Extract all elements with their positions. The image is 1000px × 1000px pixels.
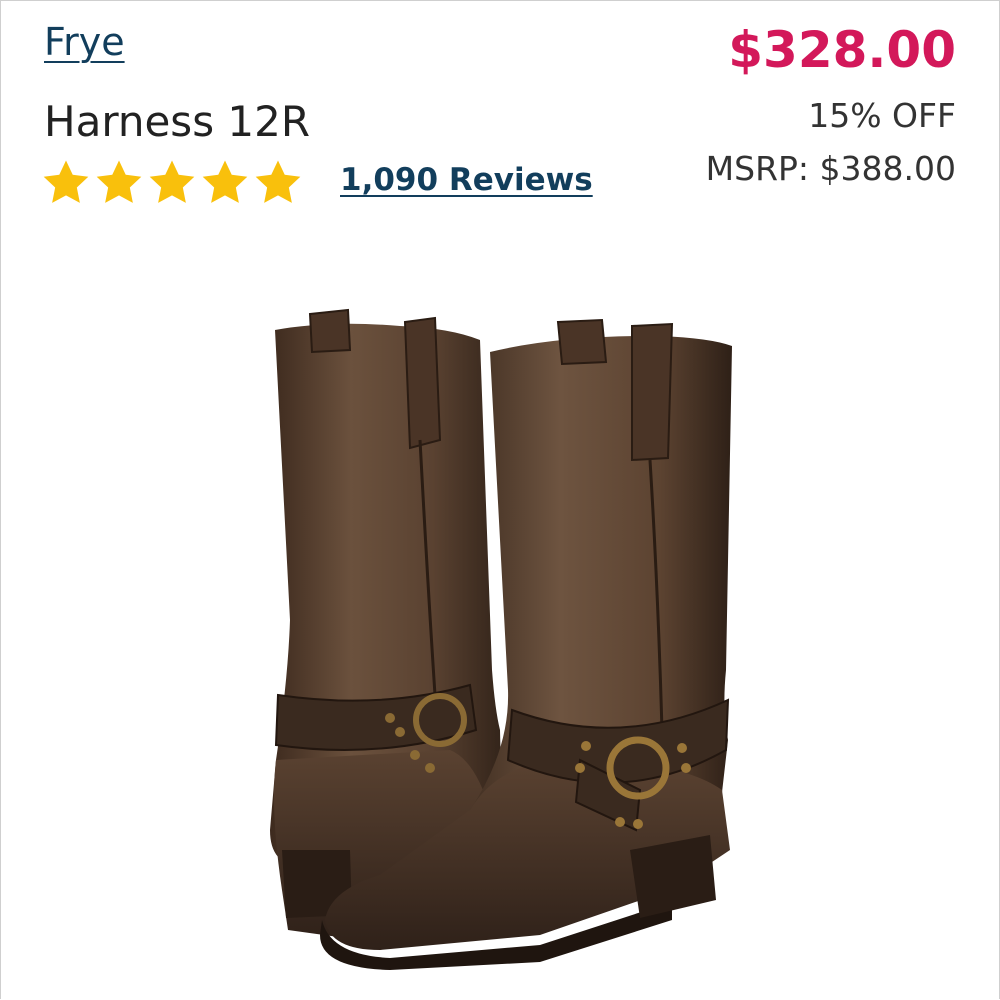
star-icon <box>255 160 301 203</box>
sale-price: $328.00 <box>728 21 956 79</box>
brand-link[interactable]: Frye <box>44 20 125 66</box>
boots-product-image[interactable] <box>240 290 760 970</box>
star-icon <box>96 160 142 203</box>
star-icon <box>149 160 195 203</box>
msrp-label: MSRP: $388.00 <box>705 149 956 188</box>
discount-label: 15% OFF <box>808 96 956 135</box>
product-title: Harness 12R <box>44 97 311 146</box>
star-icon <box>202 160 248 203</box>
star-rating[interactable] <box>40 157 304 209</box>
reviews-link[interactable]: 1,090 Reviews <box>340 162 593 199</box>
star-icon <box>43 160 89 203</box>
